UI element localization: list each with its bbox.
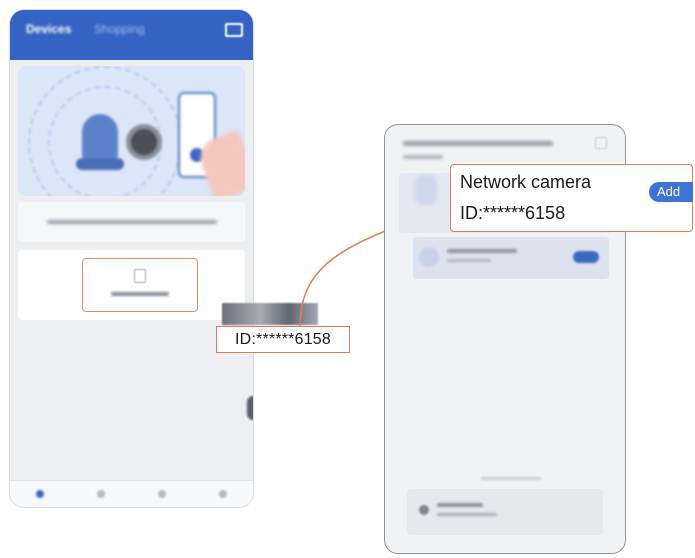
camera-illustration-icon	[82, 114, 118, 164]
onboarding-banner	[18, 66, 245, 196]
nav-home-icon[interactable]	[36, 490, 45, 498]
nav-profile-icon[interactable]	[218, 490, 227, 498]
add-device-icon	[134, 269, 146, 283]
add-device-label	[111, 292, 169, 296]
device-name: Network camera	[460, 172, 592, 192]
tab-shopping[interactable]: Shopping	[94, 22, 145, 36]
gear-icon	[126, 124, 162, 160]
nav-cloud-icon[interactable]	[97, 490, 106, 498]
nav-messages-icon[interactable]	[157, 490, 166, 498]
device-id: ID:******6158	[460, 203, 566, 223]
bottom-nav-bar	[10, 480, 253, 507]
menu-icon[interactable]	[225, 23, 243, 37]
app-header: Devices Shopping	[10, 10, 253, 60]
manual-add-row[interactable]	[407, 489, 603, 535]
discovery-subtitle	[403, 155, 443, 159]
add-device-area	[18, 250, 245, 320]
manual-add-icon	[419, 505, 429, 515]
device-row-subtitle	[447, 259, 491, 262]
info-notice-text	[46, 220, 217, 224]
left-phone-screen: Devices Shopping	[10, 10, 253, 507]
manual-add-title	[437, 503, 483, 507]
add-button[interactable]: Add	[649, 182, 693, 202]
discovery-title	[403, 141, 553, 146]
device-row-title	[447, 249, 517, 253]
camera-icon	[415, 175, 437, 205]
floating-handle[interactable]	[247, 396, 253, 420]
scan-result-strip	[222, 303, 318, 325]
section-divider	[481, 477, 541, 480]
camera-base-illustration	[76, 158, 124, 170]
info-notice-row	[18, 202, 245, 242]
found-device-row[interactable]	[413, 237, 609, 279]
tab-devices[interactable]: Devices	[26, 22, 71, 36]
add-device-button[interactable]	[82, 258, 198, 312]
device-callout: Network camera ID:******6158 Add	[415, 164, 693, 232]
manual-add-subtitle	[437, 513, 497, 516]
id-badge: ID:******6158	[216, 326, 350, 353]
device-row-add-button[interactable]	[573, 251, 599, 263]
close-icon[interactable]	[595, 137, 607, 149]
device-avatar-icon	[419, 247, 439, 267]
